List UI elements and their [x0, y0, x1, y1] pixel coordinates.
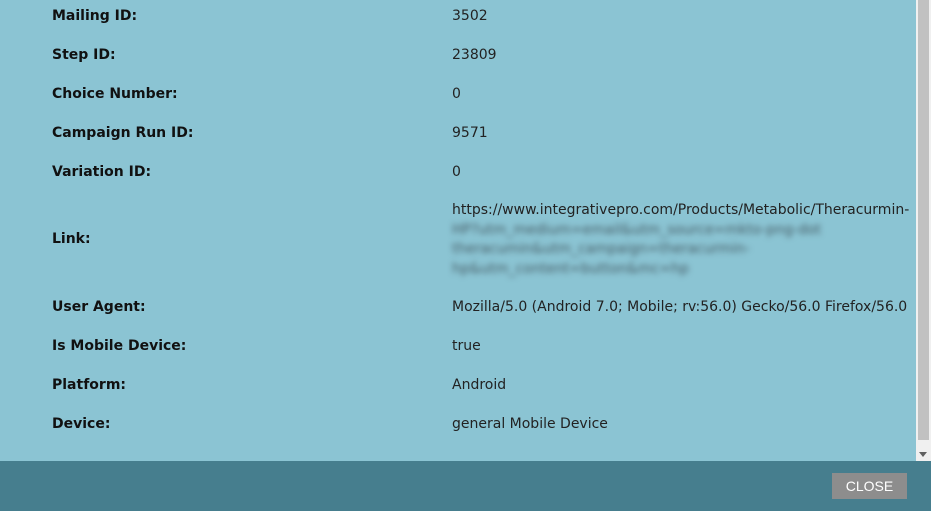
- detail-value: 3502: [452, 8, 488, 24]
- detail-label: Platform:: [52, 377, 126, 393]
- detail-value: 0: [452, 164, 461, 180]
- detail-value: general Mobile Device: [452, 416, 608, 432]
- detail-value: Mozilla/5.0 (Android 7.0; Mobile; rv:56.…: [452, 299, 908, 315]
- detail-content: Mailing ID: 3502 Step ID: 23809 Choice N…: [0, 0, 916, 461]
- detail-dialog: Mailing ID: 3502 Step ID: 23809 Choice N…: [0, 0, 931, 511]
- detail-value: true: [452, 338, 481, 354]
- scrollbar-thumb[interactable]: [918, 0, 929, 440]
- close-button[interactable]: CLOSE: [832, 473, 907, 499]
- detail-label: Link:: [52, 231, 91, 247]
- detail-label: Campaign Run ID:: [52, 125, 194, 141]
- detail-label: User Agent:: [52, 299, 146, 315]
- detail-value: 9571: [452, 125, 488, 141]
- vertical-scrollbar[interactable]: [916, 0, 931, 461]
- detail-value: 0: [452, 86, 461, 102]
- link-line[interactable]: https://www.integrativepro.com/Products/…: [452, 201, 909, 221]
- detail-label: Mailing ID:: [52, 8, 138, 24]
- detail-label: Choice Number:: [52, 86, 178, 102]
- link-value[interactable]: https://www.integrativepro.com/Products/…: [452, 201, 909, 279]
- scroll-down-arrow-icon[interactable]: [919, 452, 927, 457]
- link-line-blurred[interactable]: HP?utm_medium=email&utm_source=mkto-png-…: [452, 221, 909, 241]
- detail-value: Android: [452, 377, 507, 393]
- detail-label: Device:: [52, 416, 111, 432]
- link-line-blurred[interactable]: theracumin&utm_campaign=theracurmin-: [452, 240, 909, 260]
- dialog-footer: CLOSE: [0, 461, 931, 511]
- detail-label: Is Mobile Device:: [52, 338, 187, 354]
- detail-label: Step ID:: [52, 47, 116, 63]
- link-line-blurred[interactable]: hp&utm_content=button&mc=hp: [452, 260, 909, 280]
- detail-label: Variation ID:: [52, 164, 152, 180]
- detail-value: 23809: [452, 47, 497, 63]
